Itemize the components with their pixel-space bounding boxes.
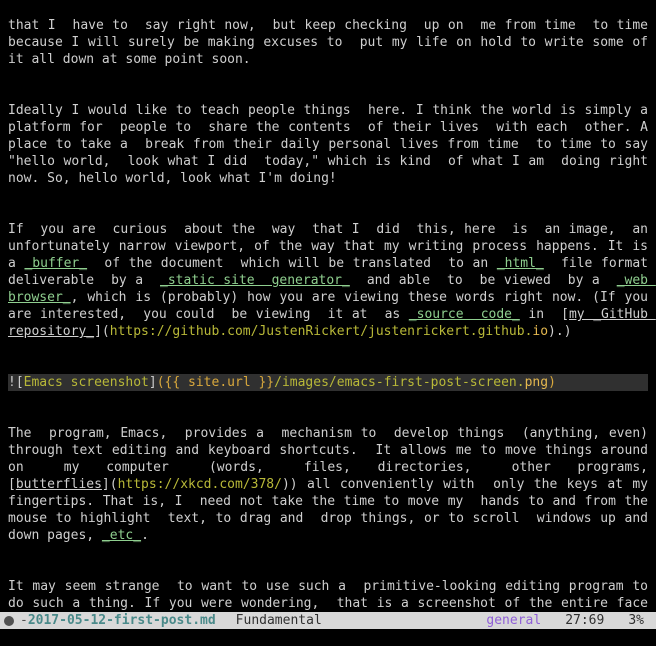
markdown-link-url: https://github.com/JustenRickert/justenr… — [110, 324, 548, 339]
cursor-position: 27:69 — [565, 612, 604, 629]
paragraph: that I have to say right now, but keep c… — [8, 17, 648, 68]
image-alt: Emacs screenshot — [24, 375, 149, 390]
scroll-percent: 3% — [628, 612, 644, 629]
major-mode: Fundamental — [236, 612, 322, 629]
paragraph: Ideally I would like to teach people thi… — [8, 102, 648, 187]
mode-line[interactable]: - 2017-05-12-first-post.md Fundamental g… — [0, 612, 656, 629]
emphasis: _static site generator_ — [160, 273, 350, 288]
current-line: ![Emacs screenshot]({{ site.url }}/image… — [8, 374, 648, 391]
emphasis: _source code_ — [409, 307, 520, 322]
emphasis: _etc_ — [102, 528, 141, 543]
editor-buffer[interactable]: that I have to say right now, but keep c… — [0, 0, 656, 646]
markdown-link-text: butterflies — [16, 477, 102, 492]
minor-mode: general — [486, 612, 541, 629]
image-path: /images/emacs-first-post-screen.png — [274, 375, 548, 390]
paragraph: The program, Emacs, provides a mechanism… — [8, 425, 648, 544]
emphasis: _buffer_ — [24, 256, 87, 271]
markdown-link-url: https://xkcd.com/378/ — [118, 477, 282, 492]
minibuffer[interactable] — [0, 629, 656, 646]
liquid-tag: {{ site.url }} — [165, 375, 275, 390]
modified-indicator: - — [20, 612, 28, 629]
paragraph: If you are curious about the way that I … — [8, 221, 648, 340]
buffer-filename: 2017-05-12-first-post.md — [28, 612, 216, 629]
buffer-status-icon — [4, 616, 14, 626]
emphasis: _html_ — [497, 256, 544, 271]
